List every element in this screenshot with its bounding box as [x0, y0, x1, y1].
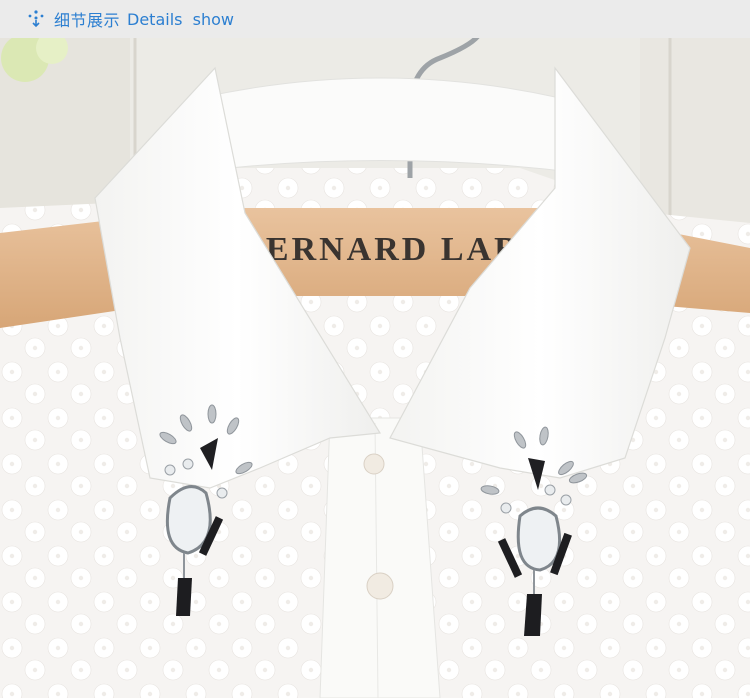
header-title-cn: 细节展示: [54, 11, 121, 30]
hanger-brand-text: BERNARD LAB: [240, 231, 520, 268]
header-title-en: Details show: [127, 9, 235, 29]
sparkle-arrow-icon: [28, 10, 44, 28]
product-detail-photo: BERNARD LAB: [0, 38, 750, 698]
section-header: 细节展示 Details show: [0, 0, 750, 39]
collar-illustration: BERNARD LAB: [0, 38, 750, 698]
